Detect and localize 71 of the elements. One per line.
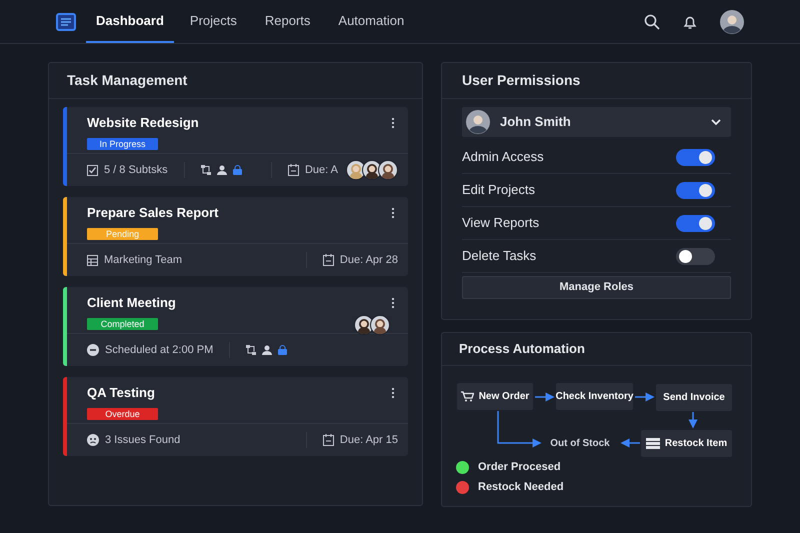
- person-icon: [262, 345, 272, 355]
- task-title: Client Meeting: [87, 295, 176, 311]
- member-avatar: [370, 315, 390, 335]
- user-avatar: [466, 110, 490, 134]
- calendar-icon: [288, 164, 299, 176]
- user-avatar[interactable]: [720, 10, 744, 34]
- panel-title: Task Management: [49, 63, 422, 99]
- checkbox-icon: [87, 164, 98, 176]
- flow-icon: [200, 165, 211, 175]
- panel-title: Process Automation: [442, 333, 751, 366]
- due-date: Due: Apr 15: [340, 432, 398, 448]
- toggle-switch[interactable]: [676, 182, 715, 198]
- flow-arrow: [688, 412, 698, 428]
- legend-label: Restock Needed: [478, 480, 564, 495]
- status-badge: In Progress: [87, 138, 158, 150]
- status-badge: Overdue: [87, 408, 158, 420]
- due-date: Due: A: [304, 162, 338, 178]
- flow-node[interactable]: Check Inventory: [556, 383, 633, 410]
- lock-icon: [278, 345, 288, 355]
- task-title: QA Testing: [87, 385, 155, 401]
- search-icon[interactable]: [644, 14, 660, 30]
- flow-arrow: [635, 392, 654, 402]
- calendar-icon: [322, 254, 334, 266]
- permission-label: View Reports: [462, 214, 540, 232]
- task-card[interactable]: QA Testing Overdue 3 Issues Found Due: Apr 15: [63, 377, 408, 456]
- toggle-switch[interactable]: [676, 248, 715, 264]
- stack-icon: [646, 438, 660, 449]
- status-badge: Completed: [87, 318, 158, 330]
- user-name: John Smith: [500, 113, 571, 132]
- nav-tab[interactable]: Automation: [326, 0, 416, 43]
- calendar-icon: [322, 434, 334, 446]
- cart-icon: [460, 391, 474, 402]
- nav-tab[interactable]: Dashboard: [86, 0, 174, 43]
- minus-circle-icon: [87, 344, 99, 356]
- task-detail: Scheduled at 2:00 PM: [105, 342, 214, 358]
- task-card[interactable]: Prepare Sales Report Pending Marketing Team Due: Apr 28: [63, 197, 408, 276]
- table-icon: [87, 254, 98, 266]
- lock-icon: [232, 165, 242, 175]
- manage-roles-button[interactable]: Manage Roles: [462, 276, 731, 299]
- permission-label: Admin Access: [462, 148, 544, 166]
- flow-node[interactable]: New Order: [457, 383, 533, 410]
- permission-label: Delete Tasks: [462, 247, 536, 266]
- nav-tab[interactable]: Projects: [178, 0, 249, 43]
- task-title: Prepare Sales Report: [87, 205, 219, 221]
- nav-tab[interactable]: Reports: [252, 0, 322, 43]
- chevron-down-icon: [711, 118, 721, 126]
- flow-arrow: [535, 392, 554, 402]
- flow-node[interactable]: Restock Item: [641, 430, 732, 457]
- task-title: Website Redesign: [87, 115, 199, 131]
- sad-face-icon: [87, 434, 99, 446]
- person-icon: [216, 165, 227, 175]
- flow-icon: [246, 345, 256, 355]
- dashboard-logo-icon: [56, 12, 76, 30]
- flow-arrow: [497, 411, 542, 448]
- user-select[interactable]: John Smith: [462, 107, 731, 137]
- task-card[interactable]: Website Redesign In Progress 5 / 8 Subtsks Due: A: [63, 107, 408, 186]
- toggle-switch[interactable]: [676, 214, 715, 232]
- status-badge: Pending: [87, 228, 158, 240]
- due-date: Due: Apr 28: [340, 252, 398, 268]
- legend-label: Order Procesed: [478, 460, 561, 475]
- flow-label: Out of Stock: [549, 437, 611, 451]
- member-avatar: [378, 160, 398, 180]
- panel-title: User Permissions: [442, 63, 751, 99]
- flow-arrow: [620, 438, 640, 448]
- task-detail: 5 / 8 Subtsks: [104, 162, 168, 178]
- permission-label: Edit Projects: [462, 181, 535, 200]
- toggle-switch[interactable]: [676, 148, 715, 166]
- task-card[interactable]: Client Meeting Completed Scheduled at 2:00 PM: [63, 287, 408, 366]
- task-detail: 3 Issues Found: [105, 432, 180, 448]
- task-detail: Marketing Team: [104, 252, 182, 268]
- flow-node[interactable]: Send Invoice: [656, 384, 732, 411]
